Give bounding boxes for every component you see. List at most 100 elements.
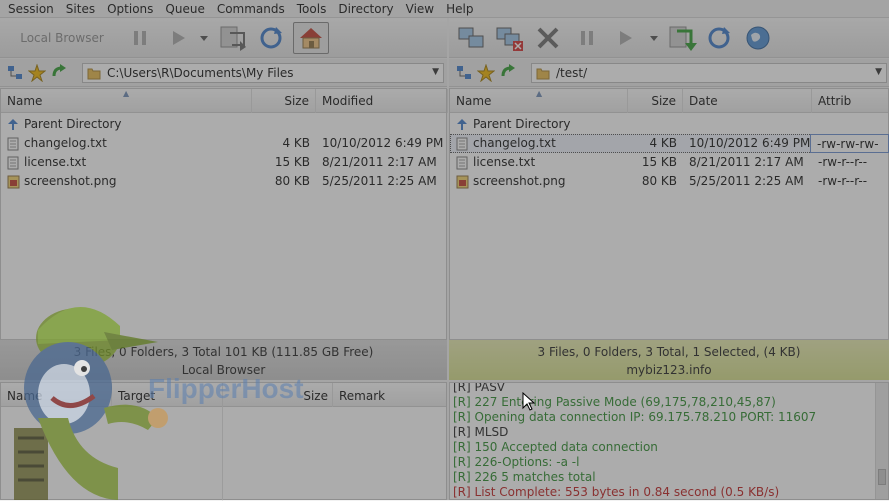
file-size: 80 KB xyxy=(274,174,310,188)
menu-options[interactable]: Options xyxy=(101,0,159,18)
list-item[interactable]: changelog.txt 4 KB 10/10/2012 6:49 PM xyxy=(1,134,446,153)
file-name: Parent Directory xyxy=(473,117,571,131)
menu-bar: Session Sites Options Queue Commands Too… xyxy=(0,0,889,18)
queue-column-size[interactable]: Size xyxy=(223,383,333,407)
file-name: changelog.txt xyxy=(24,136,107,150)
remote-status-label: mybiz123.info xyxy=(626,363,712,377)
local-path-text: C:\Users\R\Documents\My Files xyxy=(107,66,294,80)
text-file-icon xyxy=(456,137,468,150)
file-size: 4 KB xyxy=(649,136,677,150)
local-status-summary: 3 Files, 0 Folders, 3 Total 101 KB (111.… xyxy=(73,345,374,359)
disconnect-icon[interactable] xyxy=(493,22,527,54)
menu-view[interactable]: View xyxy=(400,0,440,18)
menu-commands[interactable]: Commands xyxy=(211,0,291,18)
remote-path-combo[interactable]: /test/ ▼ xyxy=(531,63,887,83)
connect-icon[interactable] xyxy=(455,22,489,54)
play-icon[interactable] xyxy=(164,22,192,54)
up-arrow-icon xyxy=(457,119,467,130)
column-header-size[interactable]: Size xyxy=(252,89,316,113)
text-file-icon xyxy=(7,156,19,169)
local-toolbar: Local Browser xyxy=(0,18,447,58)
sort-arrow-icon: ▲ xyxy=(123,89,130,98)
remote-status-bar: 3 Files, 0 Folders, 3 Total, 1 Selected,… xyxy=(449,340,889,380)
file-name: changelog.txt xyxy=(473,136,556,150)
menu-tools[interactable]: Tools xyxy=(291,0,333,18)
list-item[interactable]: license.txt 15 KB 8/21/2011 2:17 AM -rw-… xyxy=(450,153,888,172)
log-line: [R] 150 Accepted data connection xyxy=(453,440,658,454)
file-name: screenshot.png xyxy=(24,174,117,188)
play-dropdown-icon[interactable] xyxy=(647,22,661,54)
list-item[interactable]: screenshot.png 80 KB 5/25/2011 2:25 AM xyxy=(1,172,446,191)
play-dropdown-icon[interactable] xyxy=(197,22,211,54)
log-line: [R] List Complete: 553 bytes in 0.84 sec… xyxy=(453,485,780,499)
log-line: [R] 226-Options: -a -l xyxy=(453,455,580,469)
remote-list-header: Name ▲ Size Date Attrib xyxy=(450,89,888,113)
network-icon[interactable] xyxy=(6,64,24,82)
up-arrow-icon xyxy=(8,119,18,130)
file-attrib: -rw-r--r-- xyxy=(818,174,868,188)
list-item-selected[interactable]: changelog.txt 4 KB 10/10/2012 6:49 PM -r… xyxy=(450,134,889,153)
remote-path-bar: /test/ ▼ xyxy=(449,59,889,87)
chevron-down-icon[interactable]: ▼ xyxy=(875,67,882,77)
column-header-date[interactable]: Date xyxy=(683,89,812,113)
globe-icon[interactable] xyxy=(741,22,775,54)
chevron-down-icon[interactable]: ▼ xyxy=(432,67,439,77)
favorites-star-icon[interactable] xyxy=(28,64,46,82)
cancel-icon[interactable] xyxy=(531,22,565,54)
file-date: 8/21/2011 2:17 AM xyxy=(689,155,804,169)
refresh-icon[interactable] xyxy=(703,22,735,54)
file-attrib: -rw-r--r-- xyxy=(818,155,868,169)
local-status-label: Local Browser xyxy=(181,363,266,377)
play-icon[interactable] xyxy=(611,22,639,54)
remote-toolbar xyxy=(449,18,889,58)
text-file-icon xyxy=(7,137,19,150)
column-header-modified[interactable]: Modified xyxy=(316,89,448,113)
local-browser-button[interactable]: Local Browser xyxy=(12,22,112,54)
refresh-icon[interactable] xyxy=(255,22,287,54)
list-item-parent-directory[interactable]: Parent Directory xyxy=(1,115,446,134)
transfer-icon[interactable] xyxy=(216,22,250,54)
list-item[interactable]: license.txt 15 KB 8/21/2011 2:17 AM xyxy=(1,153,446,172)
file-date: 5/25/2011 2:25 AM xyxy=(689,174,804,188)
local-browser-label: Local Browser xyxy=(20,31,104,45)
column-header-attrib[interactable]: Attrib xyxy=(812,89,889,113)
file-size: 15 KB xyxy=(274,155,310,169)
file-modified: 10/10/2012 6:49 PM xyxy=(322,136,444,150)
pause-icon[interactable] xyxy=(126,22,154,54)
download-icon[interactable] xyxy=(665,22,699,54)
file-size: 80 KB xyxy=(641,174,677,188)
local-path-combo[interactable]: C:\Users\R\Documents\My Files ▼ xyxy=(82,63,444,83)
log-scrollbar[interactable] xyxy=(875,383,888,499)
local-status-bar: 3 Files, 0 Folders, 3 Total 101 KB (111.… xyxy=(0,340,447,380)
column-header-size[interactable]: Size xyxy=(628,89,683,113)
go-up-icon[interactable] xyxy=(499,64,517,82)
list-item[interactable]: screenshot.png 80 KB 5/25/2011 2:25 AM -… xyxy=(450,172,888,191)
network-icon[interactable] xyxy=(455,64,473,82)
menu-queue[interactable]: Queue xyxy=(159,0,210,18)
favorites-star-icon[interactable] xyxy=(477,64,495,82)
menu-help[interactable]: Help xyxy=(440,0,479,18)
queue-column-target[interactable]: Target xyxy=(112,383,223,407)
file-modified: 5/25/2011 2:25 AM xyxy=(322,174,437,188)
transfer-queue: Name Target Size Remark xyxy=(0,382,448,501)
queue-column-remark[interactable]: Remark xyxy=(333,383,448,407)
text-file-icon xyxy=(456,156,468,169)
attrib-edit-field[interactable]: -rw-rw-rw- xyxy=(810,134,889,153)
file-name: license.txt xyxy=(24,155,87,169)
image-file-icon xyxy=(456,175,469,188)
file-size: 4 KB xyxy=(282,136,310,150)
log-line: [R] PASV xyxy=(453,382,506,394)
menu-sites[interactable]: Sites xyxy=(60,0,101,18)
folder-icon xyxy=(536,68,550,80)
list-item-parent-directory[interactable]: Parent Directory xyxy=(450,115,888,134)
folder-icon xyxy=(87,68,101,80)
pause-icon[interactable] xyxy=(573,22,601,54)
menu-directory[interactable]: Directory xyxy=(332,0,399,18)
file-size: 15 KB xyxy=(641,155,677,169)
local-file-list: Name ▲ Size Modified Parent Directory ch… xyxy=(0,88,448,340)
session-log[interactable]: [R] PASV [R] 227 Entering Passive Mode (… xyxy=(449,382,889,500)
queue-column-name[interactable]: Name xyxy=(1,383,112,407)
go-up-icon[interactable] xyxy=(50,64,68,82)
menu-session[interactable]: Session xyxy=(2,0,60,18)
home-icon[interactable] xyxy=(293,22,329,54)
